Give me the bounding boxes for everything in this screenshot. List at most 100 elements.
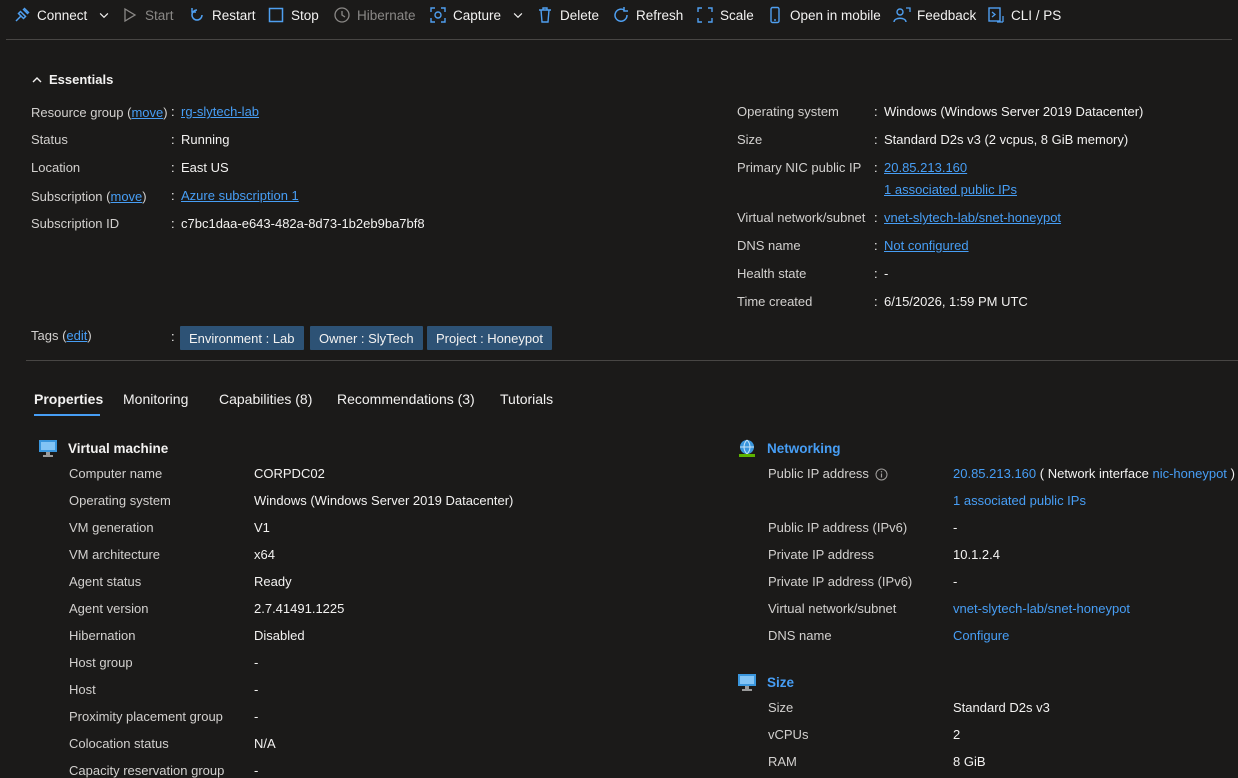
refresh-label: Refresh: [636, 7, 684, 23]
chevron-up-icon: [32, 76, 42, 82]
capture-button[interactable]: Capture: [429, 4, 525, 26]
chevron-down-icon: [513, 13, 523, 19]
feedback-icon: [893, 7, 911, 23]
tab-tutorials[interactable]: Tutorials: [500, 391, 553, 407]
monitor-icon: [39, 440, 57, 457]
scale-button[interactable]: Scale: [696, 4, 754, 26]
info-icon[interactable]: [875, 468, 888, 481]
restart-button[interactable]: Restart: [188, 4, 256, 26]
resource-group-link[interactable]: rg-slytech-lab: [181, 104, 259, 119]
toolbar-divider: [6, 39, 1232, 40]
connect-icon: [15, 7, 30, 22]
ipv6-value: -: [953, 520, 958, 535]
networking-title[interactable]: Networking: [767, 441, 841, 456]
associated-ips-link-2[interactable]: 1 associated public IPs: [953, 493, 1086, 508]
start-icon: [124, 7, 137, 23]
colon: :: [171, 160, 175, 175]
command-bar: Connect Start Restart Stop Hibernate Cap…: [0, 0, 1238, 30]
resource-group-move-link[interactable]: move: [131, 105, 163, 120]
vm-prop-label: Hibernation: [69, 628, 136, 643]
nic-prefix: ( Network interface: [1039, 466, 1149, 481]
tag-project[interactable]: Project : Honeypot: [427, 326, 552, 350]
vnet-link[interactable]: vnet-slytech-lab/snet-honeypot: [884, 210, 1061, 225]
location-value: East US: [181, 160, 229, 175]
net-dns-label: DNS name: [768, 628, 832, 643]
vm-prop-label: Proximity placement group: [69, 709, 223, 724]
net-vnet-link[interactable]: vnet-slytech-lab/snet-honeypot: [953, 601, 1130, 616]
feedback-button[interactable]: Feedback: [893, 4, 976, 26]
restart-icon: [191, 8, 203, 21]
vcpus-value: 2: [953, 727, 961, 742]
essentials-toggle[interactable]: Essentials: [31, 72, 113, 87]
health-value: -: [884, 266, 889, 281]
subscription-move-link[interactable]: move: [111, 189, 143, 204]
location-label: Location: [31, 160, 81, 175]
tag-environment[interactable]: Environment : Lab: [180, 326, 304, 350]
nic-link[interactable]: nic-honeypot: [1152, 466, 1226, 481]
tab-monitoring[interactable]: Monitoring: [123, 391, 188, 407]
capture-label: Capture: [453, 7, 502, 23]
cli-button[interactable]: CLI / PS: [987, 4, 1061, 26]
vm-prop-label: Host: [69, 682, 96, 697]
refresh-icon: [614, 7, 628, 22]
status-value: Running: [181, 132, 230, 147]
associated-ips-link[interactable]: 1 associated public IPs: [884, 182, 1017, 197]
vm-section-title: Virtual machine: [38, 438, 168, 458]
tab-recommendations[interactable]: Recommendations (3): [337, 391, 475, 407]
networking-section-title: Networking: [737, 438, 841, 458]
health-label: Health state: [737, 266, 807, 281]
colon: :: [171, 104, 175, 119]
dns-link[interactable]: Not configured: [884, 238, 969, 253]
tags-edit-link[interactable]: edit: [66, 328, 87, 343]
vm-prop-label: Computer name: [69, 466, 163, 481]
private-ipv6-value: -: [953, 574, 958, 589]
vm-prop-value: -: [254, 709, 259, 724]
vcpus-label: vCPUs: [768, 727, 809, 742]
vm-prop-value: -: [254, 655, 259, 670]
os-value: Windows (Windows Server 2019 Datacenter): [884, 104, 1144, 119]
hibernate-button[interactable]: Hibernate: [333, 4, 416, 26]
globe-icon: [739, 439, 755, 457]
open-mobile-button[interactable]: Open in mobile: [766, 4, 881, 26]
stop-label: Stop: [291, 7, 319, 23]
stop-icon: [268, 7, 284, 23]
nic-suffix: ): [1230, 466, 1235, 481]
vm-prop-value: -: [254, 763, 259, 778]
stop-button[interactable]: Stop: [267, 4, 319, 26]
capture-icon: [430, 7, 446, 23]
size-title[interactable]: Size: [767, 675, 794, 690]
vm-prop-label: Agent status: [69, 574, 142, 589]
tags-label: Tags: [31, 327, 59, 343]
subscription-link[interactable]: Azure subscription 1: [181, 188, 299, 203]
vm-prop-value: Windows (Windows Server 2019 Datacenter): [254, 493, 514, 508]
nic-ip-link[interactable]: 20.85.213.160: [884, 160, 967, 175]
size-size-value: Standard D2s v3: [953, 700, 1050, 715]
active-tab-indicator: [34, 414, 100, 416]
colon: :: [874, 266, 878, 281]
configure-dns-link[interactable]: Configure: [953, 628, 1009, 643]
connect-button[interactable]: Connect: [13, 4, 111, 26]
public-ip-label: Public IP address: [768, 466, 888, 481]
colon: :: [874, 104, 878, 119]
delete-button[interactable]: Delete: [536, 4, 599, 26]
hibernate-label: Hibernate: [357, 7, 416, 23]
colon: :: [171, 329, 175, 344]
ram-value: 8 GiB: [953, 754, 986, 769]
private-ipv6-label: Private IP address (IPv6): [768, 574, 913, 589]
tag-owner[interactable]: Owner : SlyTech: [310, 326, 423, 350]
tab-properties[interactable]: Properties: [34, 391, 103, 407]
open-mobile-label: Open in mobile: [790, 7, 881, 23]
delete-label: Delete: [560, 7, 600, 23]
vm-prop-label: Capacity reservation group: [69, 763, 225, 778]
ipv6-label: Public IP address (IPv6): [768, 520, 908, 535]
tab-capabilities[interactable]: Capabilities (8): [219, 391, 312, 407]
public-ip-value-row: 20.85.213.160 ( Network interface nic-ho…: [953, 466, 1235, 481]
hibernate-icon: [334, 7, 350, 23]
cli-icon: [988, 7, 1004, 23]
refresh-button[interactable]: Refresh: [612, 4, 683, 26]
public-ip-link[interactable]: 20.85.213.160: [953, 466, 1036, 481]
colon: :: [171, 216, 175, 231]
essentials-header: Essentials: [49, 72, 114, 87]
feedback-label: Feedback: [917, 7, 977, 23]
start-button[interactable]: Start: [121, 4, 174, 26]
